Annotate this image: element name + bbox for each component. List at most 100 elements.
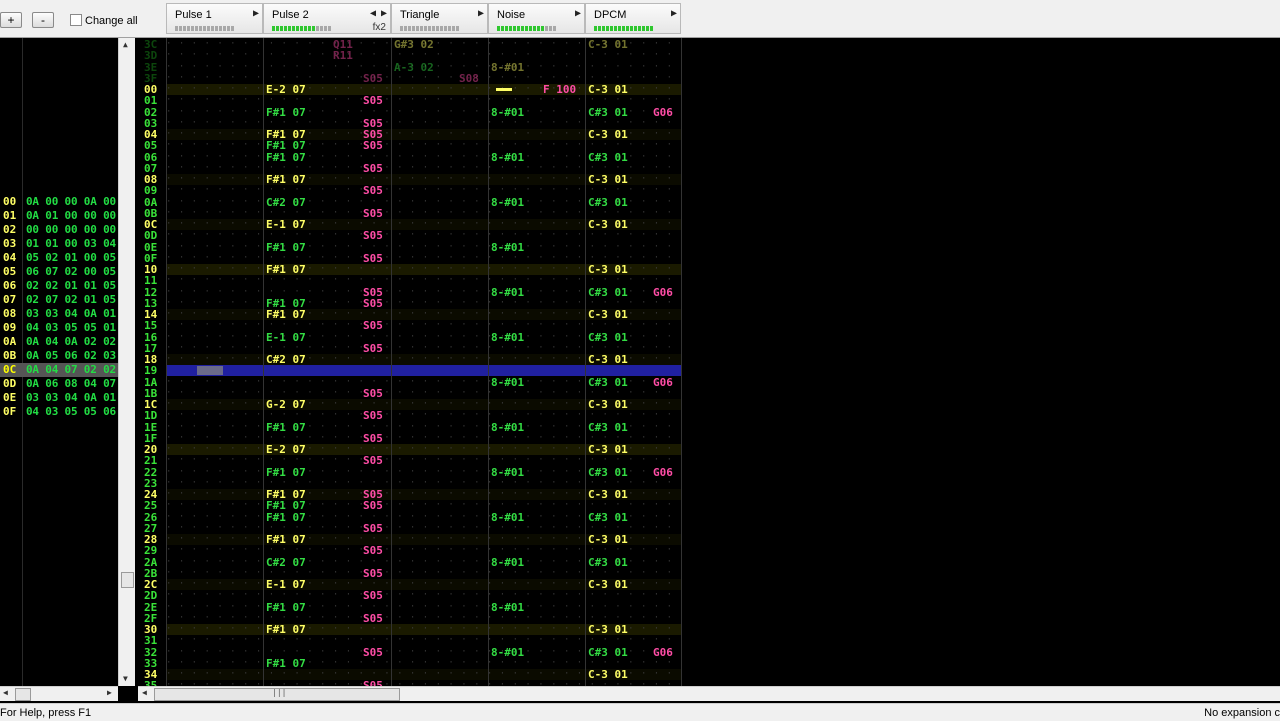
note-cell[interactable]: 8-#01	[491, 512, 524, 523]
note-cell[interactable]: C#3 01	[588, 647, 628, 658]
note-cell[interactable]: E-2 07	[266, 444, 306, 455]
frame-patterns[interactable]: 0A 04 0A 02 02	[26, 335, 116, 349]
note-cell[interactable]: C-3 01	[588, 219, 628, 230]
effect-cell[interactable]: S05	[363, 287, 383, 298]
note-cell[interactable]: C-3 01	[588, 174, 628, 185]
note-cell[interactable]: C-3 01	[588, 264, 628, 275]
channel-header-noise[interactable]: Noise ▶	[488, 3, 585, 34]
note-cell[interactable]: 8-#01	[491, 62, 524, 73]
effect-cell[interactable]: S05	[363, 455, 383, 466]
frame-row[interactable]: 09 04 03 05 05 01	[0, 321, 118, 335]
effect-cell[interactable]: S05	[363, 545, 383, 556]
frame-row[interactable]: 0E 03 03 04 0A 01	[0, 391, 118, 405]
scroll-down-icon[interactable]: ▼	[123, 674, 128, 683]
note-cell[interactable]: C#3 01	[588, 557, 628, 568]
note-cell[interactable]: F#1 07	[266, 467, 306, 478]
note-cell[interactable]: C-3 01	[588, 39, 628, 50]
frame-patterns[interactable]: 05 02 01 00 05	[26, 251, 116, 265]
note-cell[interactable]: G#3 02	[394, 39, 434, 50]
effect-cell[interactable]: S05	[363, 613, 383, 624]
note-cell[interactable]: C-3 01	[588, 129, 628, 140]
frame-row[interactable]: 0C 0A 04 07 02 02	[0, 363, 118, 377]
effect-cell[interactable]: S05	[363, 590, 383, 601]
note-cell[interactable]: C#3 01	[588, 107, 628, 118]
note-cell[interactable]: A-3 02	[394, 62, 434, 73]
note-cell[interactable]: F#1 07	[266, 602, 306, 613]
note-cell[interactable]: F#1 07	[266, 512, 306, 523]
channel-header-pulse-1[interactable]: Pulse 1 ▶	[166, 3, 263, 34]
frame-patterns[interactable]: 0A 05 06 02 03	[26, 349, 116, 363]
frame-row[interactable]: 05 06 07 02 00 05	[0, 265, 118, 279]
channel-header-pulse-2[interactable]: Pulse 2 ▶ ◀ fx2	[263, 3, 391, 34]
note-cell[interactable]: F#1 07	[266, 242, 306, 253]
note-cell[interactable]: C#3 01	[588, 512, 628, 523]
note-cell[interactable]: C#3 01	[588, 377, 628, 388]
effect-cell[interactable]: S05	[363, 185, 383, 196]
frame-patterns[interactable]: 0A 06 08 04 07	[26, 377, 116, 391]
effect-cell[interactable]: S05	[363, 163, 383, 174]
frame-patterns[interactable]: 0A 00 00 0A 00	[26, 195, 116, 209]
frame-row[interactable]: 0F 04 03 05 05 06	[0, 405, 118, 419]
note-cell[interactable]: C#2 07	[266, 557, 306, 568]
note-cell[interactable]: F#1 07	[266, 422, 306, 433]
note-cell[interactable]: G-2 07	[266, 399, 306, 410]
frame-row[interactable]: 02 00 00 00 00 00	[0, 223, 118, 237]
frame-row[interactable]: 06 02 02 01 01 05	[0, 279, 118, 293]
note-cell[interactable]: C#3 01	[588, 332, 628, 343]
note-cell[interactable]: C#3 01	[588, 287, 628, 298]
frame-patterns[interactable]: 0A 01 00 00 00	[26, 209, 116, 223]
scrollbar-thumb[interactable]	[15, 688, 31, 701]
note-cell[interactable]: C-3 01	[588, 399, 628, 410]
note-cell[interactable]: 8-#01	[491, 647, 524, 658]
scroll-left-icon[interactable]: ◀	[142, 688, 147, 697]
frame-row[interactable]: 04 05 02 01 00 05	[0, 251, 118, 265]
note-cell[interactable]: F#1 07	[266, 658, 306, 669]
note-cell[interactable]: C-3 01	[588, 489, 628, 500]
note-cell[interactable]: E-1 07	[266, 332, 306, 343]
scroll-right-icon[interactable]: ▶	[107, 688, 112, 697]
effect-cell[interactable]: S05	[363, 568, 383, 579]
frame-row[interactable]: 0B 0A 05 06 02 03	[0, 349, 118, 363]
note-cell[interactable]: C-3 01	[588, 444, 628, 455]
note-cell[interactable]: F#1 07	[266, 624, 306, 635]
scroll-up-icon[interactable]: ▲	[123, 40, 128, 49]
frame-patterns[interactable]: 00 00 00 00 00	[26, 223, 116, 237]
effect-cell[interactable]: S05	[363, 253, 383, 264]
expand-arrow-icon[interactable]: ▶	[478, 8, 484, 19]
note-cell[interactable]: C-3 01	[588, 624, 628, 635]
effect-cell[interactable]: S05	[363, 95, 383, 106]
frame-row[interactable]: 08 03 03 04 0A 01	[0, 307, 118, 321]
note-cell[interactable]: 8-#01	[491, 602, 524, 613]
frame-patterns[interactable]: 06 07 02 00 05	[26, 265, 116, 279]
scroll-left-icon[interactable]: ◀	[3, 688, 8, 697]
frame-patterns[interactable]: 03 03 04 0A 01	[26, 391, 116, 405]
effect-cell[interactable]: G06	[653, 647, 673, 658]
note-cell[interactable]: C#3 01	[588, 422, 628, 433]
frame-patterns[interactable]: 02 02 01 01 05	[26, 279, 116, 293]
effect-cell[interactable]: S08	[459, 73, 479, 84]
effect-cell[interactable]: S05	[363, 647, 383, 658]
pattern-editor[interactable]: · · · · · · · · · · · · · · · · · · · · …	[138, 38, 1280, 686]
remove-frame-button[interactable]: -	[32, 12, 54, 28]
frame-patterns[interactable]: 04 03 05 05 01	[26, 321, 116, 335]
frame-patterns[interactable]: 04 03 05 05 06	[26, 405, 116, 419]
frame-patterns[interactable]: 0A 04 07 02 02	[26, 363, 116, 377]
note-cell[interactable]: C-3 01	[588, 534, 628, 545]
checkbox-box[interactable]	[70, 14, 82, 26]
note-cell[interactable]: 8-#01	[491, 377, 524, 388]
frame-patterns[interactable]: 03 03 04 0A 01	[26, 307, 116, 321]
effect-cell[interactable]: F 100	[543, 84, 576, 95]
frame-row[interactable]: 0A 0A 04 0A 02 02	[0, 335, 118, 349]
note-cell[interactable]: C#2 07	[266, 354, 306, 365]
effect-cell[interactable]: S05	[363, 230, 383, 241]
note-cell[interactable]: 8-#01	[491, 467, 524, 478]
collapse-arrow-icon[interactable]: ◀	[370, 8, 376, 19]
expand-arrow-icon[interactable]: ▶	[253, 8, 259, 19]
frame-row[interactable]: 03 01 01 00 03 04	[0, 237, 118, 251]
scrollbar-thumb[interactable]	[121, 572, 134, 588]
frame-list-vertical-scrollbar[interactable]: ▲ ▼	[118, 38, 135, 686]
note-cell[interactable]: C-3 01	[588, 84, 628, 95]
note-cell[interactable]: F#1 07	[266, 140, 306, 151]
effect-cell[interactable]: S05	[363, 343, 383, 354]
channel-header-dpcm[interactable]: DPCM ▶	[585, 3, 681, 34]
